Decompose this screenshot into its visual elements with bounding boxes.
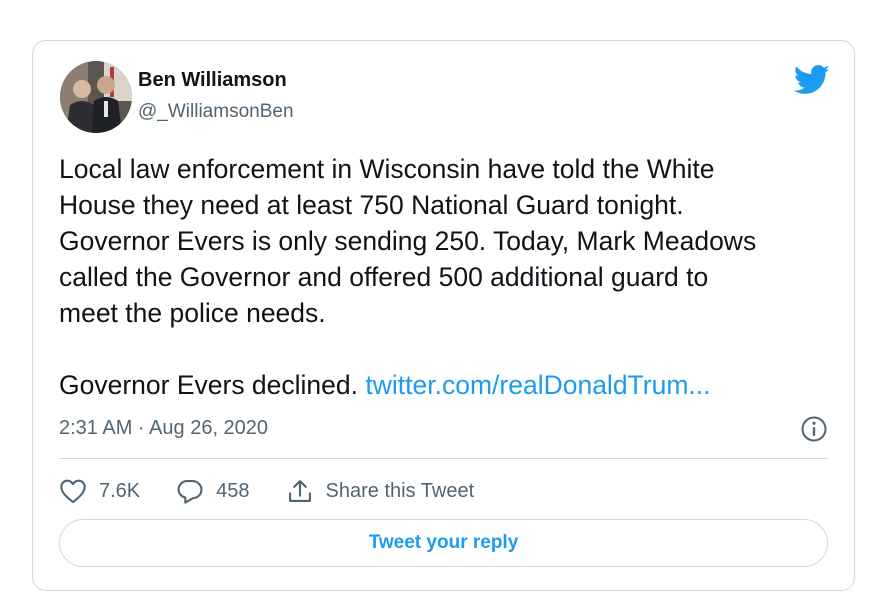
author-handle[interactable]: @_WilliamsonBen	[138, 101, 294, 123]
share-button[interactable]: Share this Tweet	[286, 478, 475, 504]
tweet-card: Ben Williamson @_WilliamsonBen Local law…	[32, 40, 855, 591]
divider	[59, 458, 828, 459]
reply-count-button[interactable]: 458	[176, 478, 250, 504]
heart-icon	[60, 479, 86, 504]
like-count: 7.6K	[99, 479, 141, 502]
twitter-bird-icon[interactable]	[793, 65, 830, 95]
tweet-text-final: Governor Evers declined.	[59, 370, 359, 400]
tweet-link[interactable]: twitter.com/realDonaldTrum...	[365, 370, 710, 400]
tweet-text-line: Local law enforcement in Wisconsin have …	[59, 154, 715, 184]
tweet-text-line: Governor Evers is only sending 250. Toda…	[59, 226, 757, 256]
tweet-text-line: House they need at least 750 National Gu…	[59, 190, 684, 220]
info-icon[interactable]	[800, 415, 828, 443]
reply-count: 458	[216, 479, 250, 502]
tweet-text: Local law enforcement in Wisconsin have …	[59, 151, 849, 403]
tweet-text-line: called the Governor and offered 500 addi…	[59, 262, 709, 292]
tweet-text-line: meet the police needs.	[59, 298, 326, 328]
speech-bubble-icon	[177, 480, 203, 504]
tweet-text-final-line: Governor Evers declined. twitter.com/rea…	[59, 367, 849, 403]
tweet-text-blank	[59, 331, 849, 367]
tweet-actions: 7.6K 458 Share this Tweet	[59, 473, 510, 509]
tweet-timestamp[interactable]: 2:31 AM · Aug 26, 2020	[59, 417, 268, 440]
author-name[interactable]: Ben Williamson	[138, 69, 287, 92]
tweet-your-reply-button[interactable]: Tweet your reply	[59, 519, 828, 567]
like-button[interactable]: 7.6K	[59, 478, 140, 504]
share-label: Share this Tweet	[325, 479, 475, 502]
share-icon	[288, 480, 311, 502]
author-avatar[interactable]	[60, 61, 132, 133]
